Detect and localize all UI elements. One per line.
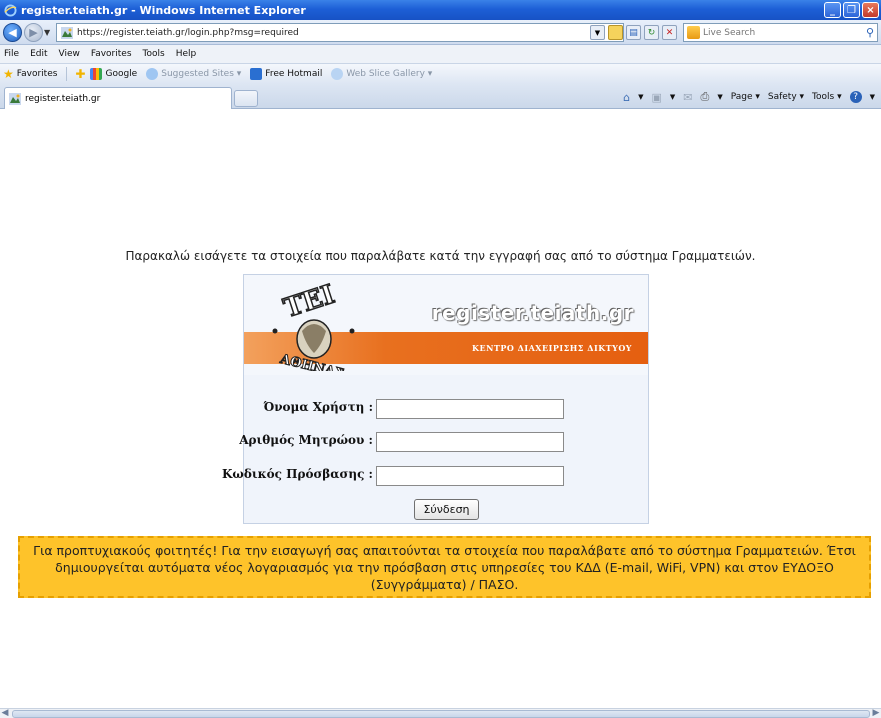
favorites-star-icon: ★ [3, 67, 14, 81]
feeds-icon[interactable]: ▣ [651, 91, 661, 104]
ie-page-icon [146, 68, 159, 80]
menu-view[interactable]: View [59, 49, 80, 59]
menu-edit[interactable]: Edit [30, 49, 47, 59]
favorites-button[interactable]: ★ Favorites [3, 67, 57, 81]
new-tab-button[interactable] [234, 90, 258, 107]
search-icon[interactable]: ⚲ [866, 26, 874, 39]
history-dropdown-icon[interactable]: ▼ [44, 28, 50, 37]
web-slice-icon [331, 68, 344, 80]
menu-help[interactable]: Help [176, 49, 197, 59]
menu-bar: File Edit View Favorites Tools Help [0, 45, 881, 63]
stop-icon[interactable]: ✕ [662, 25, 677, 40]
tab-bar: register.teiath.gr ⌂ ▼ ▣ ▼ ✉ ⎙ ▼ Page ▾ Saf… [0, 84, 881, 109]
favorite-web-slice-gallery[interactable]: Web Slice Gallery ▾ [331, 68, 432, 80]
ie-logo-icon [4, 3, 17, 17]
brand-title: register.teiath.gr [431, 301, 634, 325]
compatibility-icon[interactable]: ▤ [626, 25, 641, 40]
address-toolbar: ◀ ▶ ▼ ▼ ▤ ↻ ✕ ⚲ [0, 20, 881, 45]
home-dropdown-icon[interactable]: ▼ [638, 93, 643, 101]
site-favicon-icon [61, 26, 73, 39]
favorite-suggested-sites[interactable]: Suggested Sites ▾ [146, 68, 241, 80]
registry-number-row: Αριθμός Μητρώου : [239, 430, 648, 452]
username-label: Όνομα Χρήστη : [263, 400, 373, 414]
favorites-separator [66, 67, 68, 81]
favorite-google-label: Google [105, 69, 138, 79]
horizontal-scrollbar[interactable]: ◀ ▶ [0, 708, 881, 718]
favorites-bar: ★ Favorites ✚ Google Suggested Sites ▾ F… [0, 63, 881, 84]
login-button[interactable]: Σύνδεση [414, 499, 479, 520]
address-tools: ▼ ▤ ↻ ✕ [590, 25, 677, 40]
scrollbar-thumb[interactable] [12, 710, 870, 718]
google-icon [90, 68, 103, 80]
home-icon[interactable]: ⌂ [623, 91, 630, 104]
password-input[interactable] [376, 466, 564, 486]
tab-favicon-icon [9, 92, 21, 105]
scroll-right-icon[interactable]: ▶ [871, 708, 881, 718]
minimize-button[interactable]: _ [824, 2, 841, 18]
maximize-button[interactable]: ❐ [843, 2, 860, 18]
menu-favorites[interactable]: Favorites [91, 49, 132, 59]
menu-tools[interactable]: Tools [143, 49, 165, 59]
back-button[interactable]: ◀ [3, 23, 22, 42]
favorite-hotmail-label: Free Hotmail [265, 69, 323, 79]
window-controls: _ ❐ × [824, 2, 879, 18]
window-title: register.teiath.gr - Windows Internet Ex… [21, 3, 306, 17]
search-input[interactable] [703, 27, 853, 38]
scroll-left-icon[interactable]: ◀ [0, 708, 10, 718]
command-bar: ⌂ ▼ ▣ ▼ ✉ ⎙ ▼ Page ▾ Safety ▾ Tools ▾ ? ▼ [623, 90, 875, 104]
page-menu[interactable]: Page ▾ [731, 92, 760, 102]
login-banner: ΤΕΙ ΑΘΗΝΑΣ register.teiath.gr ΚΕΝΤΡΟ ΔΙΑ… [244, 275, 648, 375]
tab-title: register.teiath.gr [25, 93, 101, 104]
feeds-dropdown-icon[interactable]: ▼ [670, 93, 675, 101]
tei-athens-logo: ΤΕΙ ΑΘΗΝΑΣ [272, 279, 355, 371]
tools-menu[interactable]: Tools ▾ [812, 92, 842, 102]
address-dropdown-icon[interactable]: ▼ [590, 25, 605, 40]
menu-file[interactable]: File [4, 49, 19, 59]
password-label: Κωδικός Πρόσβασης : [221, 467, 373, 481]
help-icon[interactable]: ? [849, 91, 862, 103]
live-search-icon [687, 26, 700, 39]
password-row: Κωδικός Πρόσβασης : [222, 464, 648, 486]
refresh-icon[interactable]: ↻ [644, 25, 659, 40]
tab-register[interactable]: register.teiath.gr [4, 87, 232, 109]
help-dropdown-icon[interactable]: ▼ [870, 93, 875, 101]
favorite-google[interactable]: Google [90, 68, 137, 80]
registry-number-input[interactable] [376, 432, 564, 452]
undergraduate-notice: Για προπτυχιακούς φοιτητές! Για την εισα… [18, 536, 871, 598]
lock-icon[interactable] [608, 25, 623, 40]
print-dropdown-icon[interactable]: ▼ [717, 93, 722, 101]
forward-button[interactable]: ▶ [24, 23, 43, 42]
logo-text-top: ΤΕΙ [280, 280, 338, 324]
url-input[interactable] [77, 27, 557, 38]
favorite-webslice-label: Web Slice Gallery ▾ [346, 69, 433, 79]
window-titlebar: register.teiath.gr - Windows Internet Ex… [0, 0, 881, 20]
mail-icon[interactable]: ✉ [683, 91, 692, 104]
close-button[interactable]: × [862, 2, 879, 18]
page-content: Παρακαλώ εισάγετε τα στοιχεία που παραλά… [0, 110, 881, 708]
address-field[interactable] [56, 23, 624, 42]
registry-number-label: Αριθμός Μητρώου : [239, 433, 373, 447]
favorites-label: Favorites [16, 69, 58, 79]
instruction-text: Παρακαλώ εισάγετε τα στοιχεία που παραλά… [125, 249, 756, 263]
brand-subtitle: ΚΕΝΤΡΟ ΔΙΑΧΕΙΡΙΣΗΣ ΔΙΚΤΥΟΥ [472, 343, 632, 353]
search-box[interactable]: ⚲ [683, 23, 878, 42]
favorite-suggested-label: Suggested Sites ▾ [161, 69, 242, 79]
username-row: Όνομα Χρήστη : [244, 397, 648, 419]
add-favorite-icon[interactable]: ✚ [75, 67, 85, 81]
favorite-free-hotmail[interactable]: Free Hotmail [250, 68, 322, 80]
username-input[interactable] [376, 399, 564, 419]
print-icon[interactable]: ⎙ [701, 90, 710, 104]
login-form: ΤΕΙ ΑΘΗΝΑΣ register.teiath.gr ΚΕΝΤΡΟ ΔΙΑ… [222, 274, 649, 524]
safety-menu[interactable]: Safety ▾ [768, 92, 804, 102]
hotmail-icon [250, 68, 263, 80]
